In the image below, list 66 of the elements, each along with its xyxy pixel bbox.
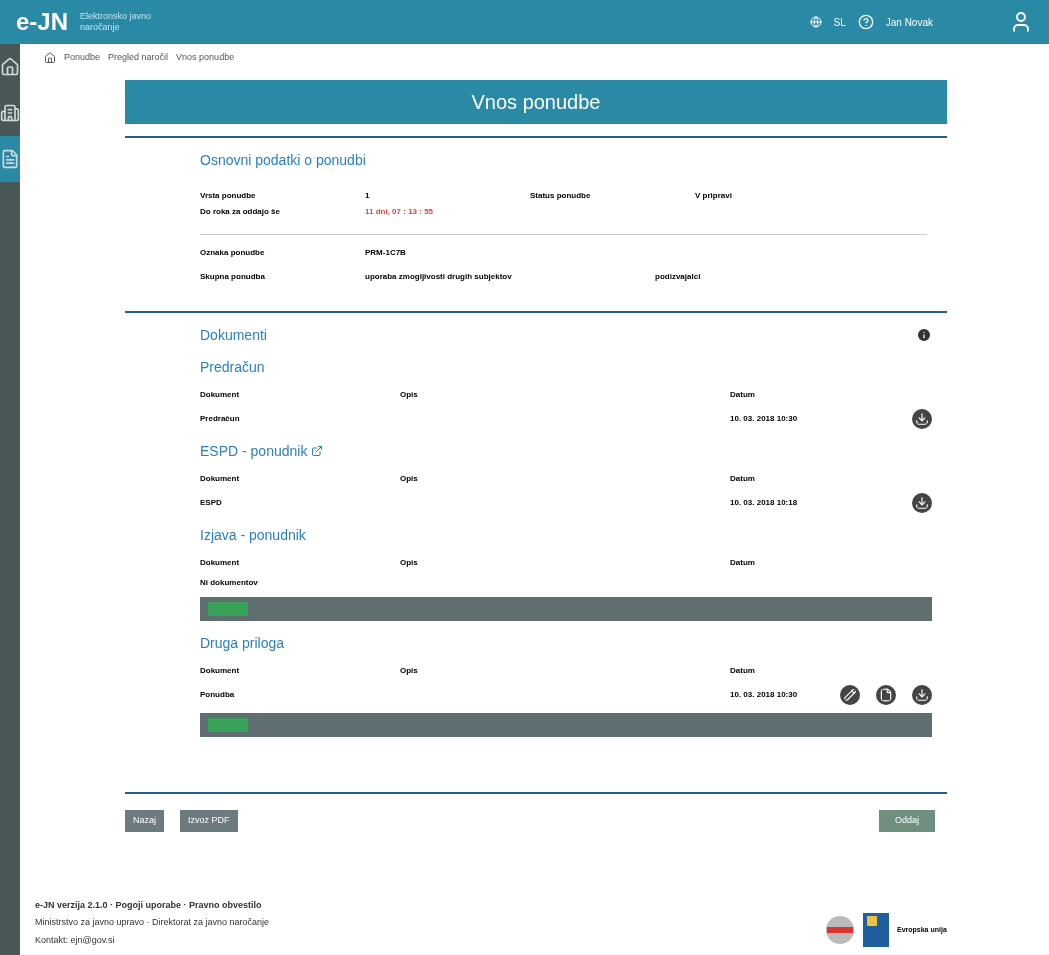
column-header: Datum	[730, 389, 756, 401]
action-button[interactable]: Nazaj	[125, 810, 164, 832]
column-header: Dokument	[200, 557, 241, 569]
document-date: 10. 03. 2018 10:18	[730, 497, 799, 509]
flag-logo-icon	[863, 913, 889, 947]
field-value: 1	[365, 190, 371, 202]
action-button[interactable]: Izvoz PDF	[180, 810, 238, 832]
field-label: Do roka za oddajo še	[200, 206, 282, 218]
download-icon[interactable]	[912, 685, 932, 705]
field-label: Oznaka ponudbe	[200, 247, 266, 259]
home-icon[interactable]	[44, 52, 56, 64]
column-header: Datum	[730, 557, 756, 569]
logo-text[interactable]: e-JN	[16, 6, 69, 38]
breadcrumb-link[interactable]: Ponudbe	[64, 51, 101, 65]
file-icon[interactable]	[876, 685, 896, 705]
column-header: Opis	[400, 473, 419, 485]
field-value: 11 dni, 07 : 13 : 55	[365, 206, 435, 218]
page-title: Vnos ponudbe	[125, 80, 947, 124]
download-icon[interactable]	[912, 493, 932, 513]
footer-links: e-JN verzija 2.1.0 · Pogoji uporabe · Pravno obvestilo	[35, 898, 263, 912]
home-icon	[0, 57, 20, 77]
field-value: V pripravi	[695, 190, 733, 202]
subsection-heading: ESPD - ponudnik	[200, 442, 308, 461]
footer-text: Kontakt: ejn@gov.si	[35, 933, 116, 947]
sidebar-item[interactable]	[0, 136, 20, 182]
field-label: Skupna ponudba	[200, 271, 266, 283]
column-header: Datum	[730, 665, 756, 677]
external-link-icon[interactable]	[311, 445, 324, 457]
subsection-heading: Predračun	[200, 358, 265, 377]
column-header: Dokument	[200, 665, 241, 677]
help-icon[interactable]	[857, 14, 874, 30]
field-value: uporaba zmogljivosti drugih subjektov	[365, 271, 513, 283]
field-value: PRM-1C7B	[365, 247, 407, 259]
section-heading: Dokumenti	[200, 326, 267, 345]
empty-message: Ni dokumentov	[200, 577, 259, 589]
column-header: Opis	[400, 665, 419, 677]
section-heading: Osnovni podatki o ponudbi	[200, 151, 367, 170]
document-date: 10. 03. 2018 10:30	[730, 689, 799, 701]
subsection-heading: Izjava - ponudnik	[200, 526, 306, 545]
column-header: Opis	[400, 557, 419, 569]
field-value: podizvajalci	[655, 271, 702, 283]
list-icon	[0, 149, 20, 169]
edit-icon[interactable]	[840, 685, 860, 705]
user-name[interactable]: Jan Novak	[885, 14, 933, 30]
submit-button[interactable]: Oddaj	[878, 810, 935, 832]
footer-text: Ministrstvo za javno upravo · Direktorat za javno naročanje	[35, 916, 270, 929]
document-date: 10. 03. 2018 10:30	[730, 413, 799, 425]
column-header: Datum	[730, 473, 756, 485]
column-header: Dokument	[200, 389, 241, 401]
field-label: Vrsta ponudbe	[200, 190, 257, 202]
language-link[interactable]: SL	[833, 14, 846, 30]
document-name[interactable]: Ponudba	[200, 689, 400, 701]
breadcrumb-link[interactable]: Vnos ponudbe	[176, 51, 235, 65]
logo-subtitle: Elektronsko javno naročanje	[80, 10, 153, 34]
column-header: Dokument	[200, 473, 241, 485]
column-header: Opis	[400, 389, 419, 401]
subsection-heading: Druga priloga	[200, 634, 285, 653]
download-icon[interactable]	[912, 409, 932, 429]
info-icon[interactable]	[916, 327, 932, 343]
tender-icon	[0, 103, 20, 123]
field-label: Status ponudbe	[530, 190, 592, 202]
language-icon[interactable]	[809, 16, 822, 28]
document-name[interactable]: Predračun	[200, 413, 400, 425]
seal-logo-icon	[825, 915, 855, 945]
document-name[interactable]: ESPD	[200, 497, 400, 509]
breadcrumb-link[interactable]: Pregled naročil	[108, 51, 169, 65]
